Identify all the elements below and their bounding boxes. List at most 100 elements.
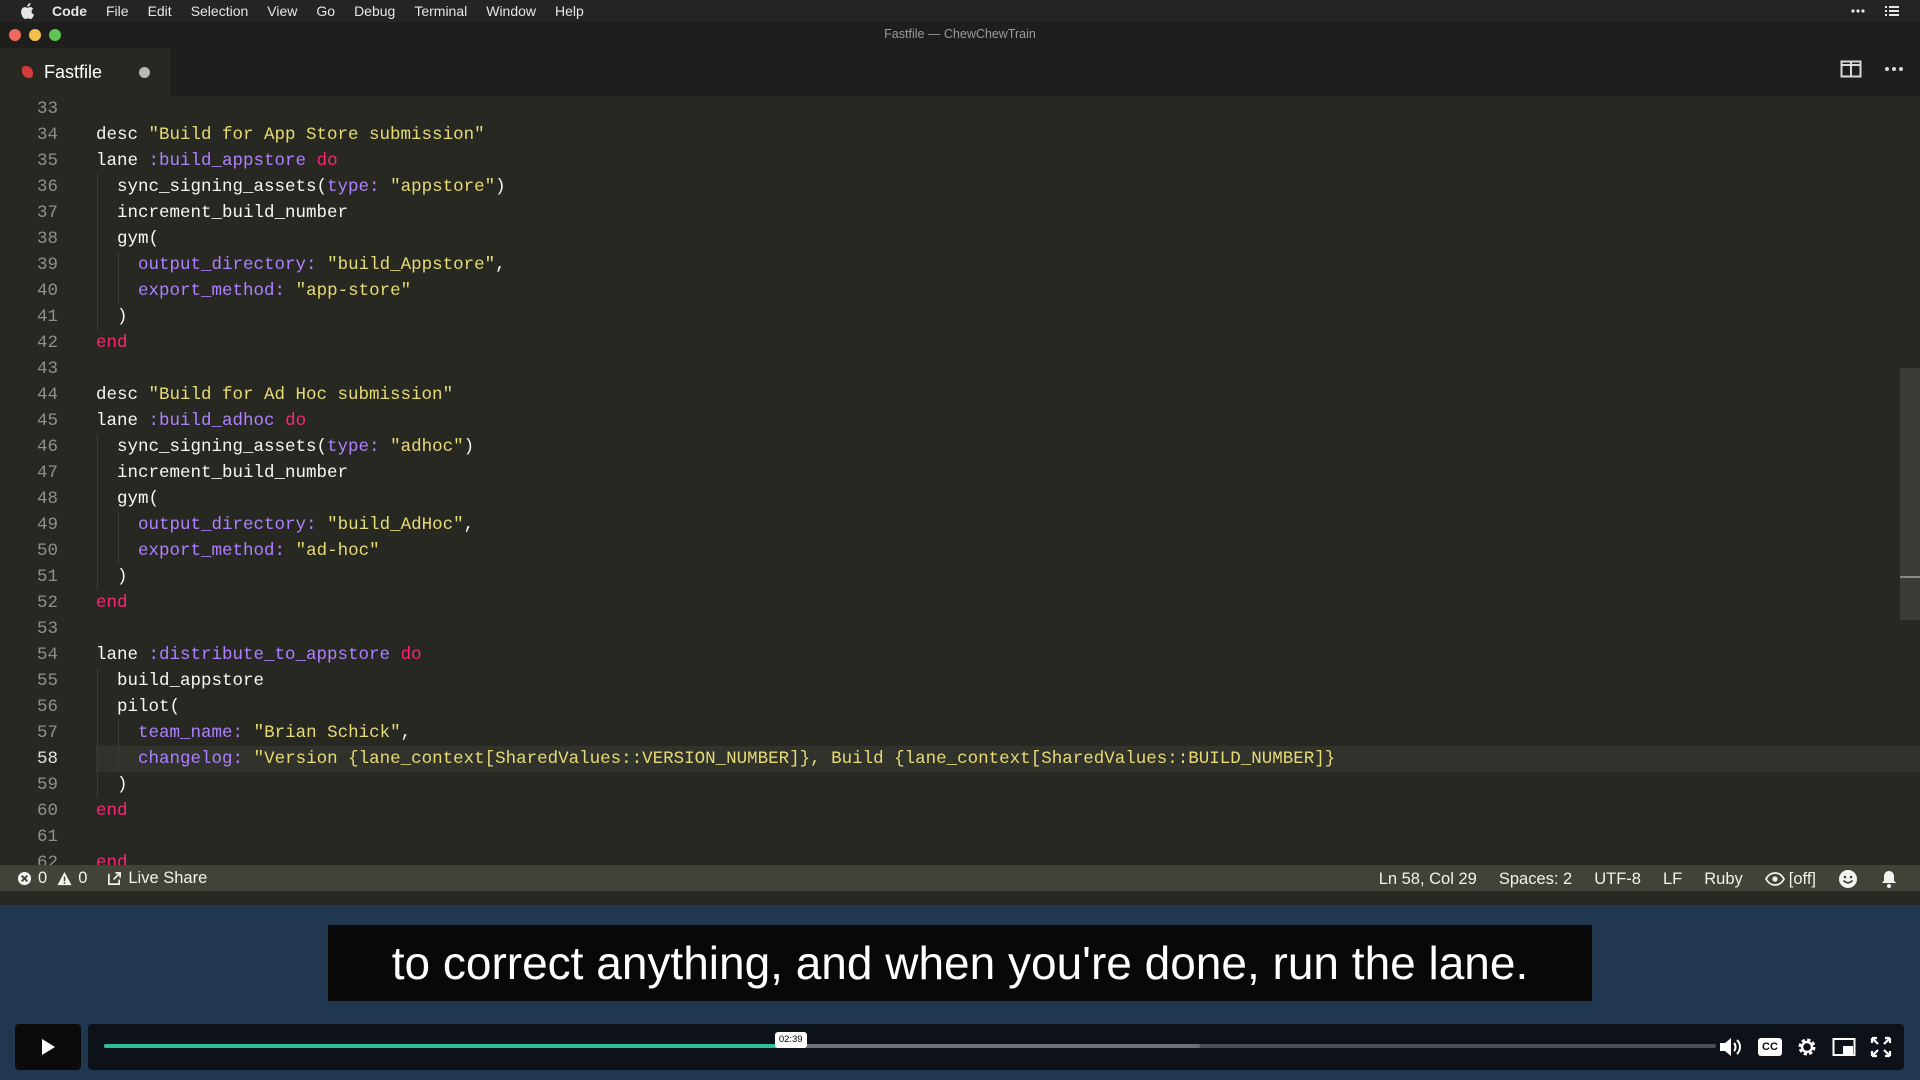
code-line[interactable]: 38 gym( [0,226,1900,252]
captions-button[interactable]: CC [1758,1038,1782,1056]
menu-help[interactable]: Help [555,3,584,19]
code-line[interactable]: 53 [0,616,1900,642]
indentation-setting[interactable]: Spaces: 2 [1499,870,1572,889]
code-line[interactable]: 33 [0,96,1900,122]
list-icon[interactable] [1884,3,1900,19]
code-line[interactable]: 40 export_method: "app-store" [0,278,1900,304]
code-line[interactable]: 57 team_name: "Brian Schick", [0,720,1900,746]
window-title: Fastfile — ChewChewTrain [884,27,1036,41]
preview-toggle[interactable]: [off] [1764,870,1816,889]
code-line[interactable]: 41 ) [0,304,1900,330]
code-editor[interactable]: 33 34 desc "Build for App Store submission… [0,96,1920,887]
more-actions-icon[interactable] [1884,66,1904,72]
line-number: 54 [36,645,58,665]
menu-go[interactable]: Go [316,3,335,19]
code-line[interactable]: 42 end [0,330,1900,356]
menu-terminal[interactable]: Terminal [414,3,467,19]
error-icon[interactable] [17,871,32,886]
code-line[interactable]: 61 [0,824,1900,850]
code-line[interactable]: 52 end [0,590,1900,616]
code-text: end [96,593,128,613]
menu-app-name[interactable]: Code [52,3,87,19]
split-editor-icon[interactable] [1840,60,1862,78]
tab-fastfile[interactable]: Fastfile [0,48,170,96]
play-button[interactable] [15,1024,81,1070]
editor-actions [1840,60,1904,78]
code-line[interactable]: 60 end [0,798,1900,824]
line-number: 55 [36,671,58,691]
code-line[interactable]: 59 ) [0,772,1900,798]
code-line[interactable]: 46 sync_signing_assets(type: "adhoc") [0,434,1900,460]
file-encoding[interactable]: UTF-8 [1594,870,1641,889]
code-text: lane :build_adhoc do [96,411,307,431]
menu-window[interactable]: Window [486,3,536,19]
live-share-button[interactable]: Live Share [128,869,207,888]
feedback-smiley-icon[interactable] [1838,869,1858,889]
code-text: end [96,801,128,821]
player-buttons: CC [1718,1035,1892,1059]
live-share-icon[interactable] [107,871,122,886]
line-number: 36 [36,177,58,197]
menu-view[interactable]: View [267,3,297,19]
unsaved-dot-icon[interactable] [139,67,150,78]
line-number: 59 [36,775,58,795]
code-line[interactable]: 39 output_directory: "build_Appstore", [0,252,1900,278]
line-number: 57 [36,723,58,743]
code-line[interactable]: 36 sync_signing_assets(type: "appstore") [0,174,1900,200]
picture-in-picture-icon[interactable] [1832,1037,1856,1057]
line-number: 39 [36,255,58,275]
language-mode[interactable]: Ruby [1704,870,1743,889]
code-line[interactable]: 50 export_method: "ad-hoc" [0,538,1900,564]
fullscreen-icon[interactable] [1870,1036,1892,1058]
code-line[interactable]: 55 build_appstore [0,668,1900,694]
menu-file[interactable]: File [106,3,129,19]
progress-track[interactable]: 02:39 [104,1032,1716,1048]
code-text: sync_signing_assets(type: "appstore") [96,177,506,197]
code-line[interactable]: 47 increment_build_number [0,460,1900,486]
code-text: ) [96,775,128,795]
line-number: 37 [36,203,58,223]
code-line[interactable]: 48 gym( [0,486,1900,512]
notifications-bell-icon[interactable] [1880,869,1898,889]
line-number: 45 [36,411,58,431]
code-text: ) [96,567,128,587]
line-number: 34 [36,125,58,145]
code-line[interactable]: 56 pilot( [0,694,1900,720]
apple-logo-icon[interactable] [20,3,34,19]
line-number: 56 [36,697,58,717]
played-bar [104,1044,791,1048]
play-icon [42,1039,55,1055]
menu-edit[interactable]: Edit [148,3,172,19]
menu-debug[interactable]: Debug [354,3,395,19]
menu-selection[interactable]: Selection [191,3,249,19]
code-line[interactable]: 45 lane :build_adhoc do [0,408,1900,434]
code-line[interactable]: 54 lane :distribute_to_appstore do [0,642,1900,668]
cursor-position[interactable]: Ln 58, Col 29 [1379,870,1477,889]
error-count[interactable]: 0 [38,869,47,888]
tab-bar: Fastfile [0,48,1920,96]
code-text: gym( [96,489,160,509]
line-ending[interactable]: LF [1663,870,1682,889]
code-line[interactable]: 34 desc "Build for App Store submission" [0,122,1900,148]
code-text: output_directory: "build_AdHoc", [138,515,475,535]
settings-gear-icon[interactable] [1796,1036,1818,1058]
menu-bar: Code File Edit Selection View Go Debug T… [0,0,1920,22]
line-number: 38 [36,229,58,249]
code-text: desc "Build for App Store submission" [96,125,485,145]
scrollbar-thumb[interactable] [1900,368,1920,620]
code-line[interactable]: 35 lane :build_appstore do [0,148,1900,174]
warning-count[interactable]: 0 [78,869,87,888]
code-line[interactable]: 51 ) [0,564,1900,590]
control-bar: 02:39 CC [88,1024,1904,1070]
code-line[interactable]: 43 [0,356,1900,382]
code-text: export_method: "app-store" [138,281,412,301]
code-line[interactable]: 44 desc "Build for Ad Hoc submission" [0,382,1900,408]
code-text: sync_signing_assets(type: "adhoc") [96,437,475,457]
code-line[interactable]: 37 increment_build_number [0,200,1900,226]
warning-icon[interactable] [57,871,72,886]
line-number: 50 [36,541,58,561]
more-icon[interactable] [1850,3,1866,19]
volume-icon[interactable] [1718,1035,1744,1059]
code-line[interactable]: 49 output_directory: "build_AdHoc", [0,512,1900,538]
code-line[interactable]: 58 changelog: "Version {lane_context[Sha… [37,746,1920,772]
